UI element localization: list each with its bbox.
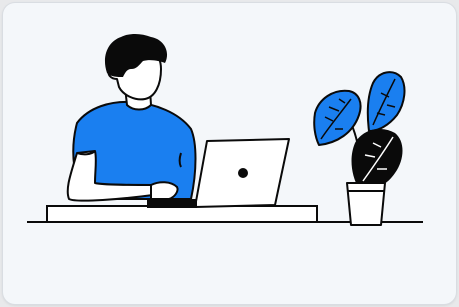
illustration-card xyxy=(3,3,456,304)
monstera-plant-icon xyxy=(313,71,406,226)
working-person-illustration xyxy=(27,34,423,226)
person-figure xyxy=(66,34,197,202)
